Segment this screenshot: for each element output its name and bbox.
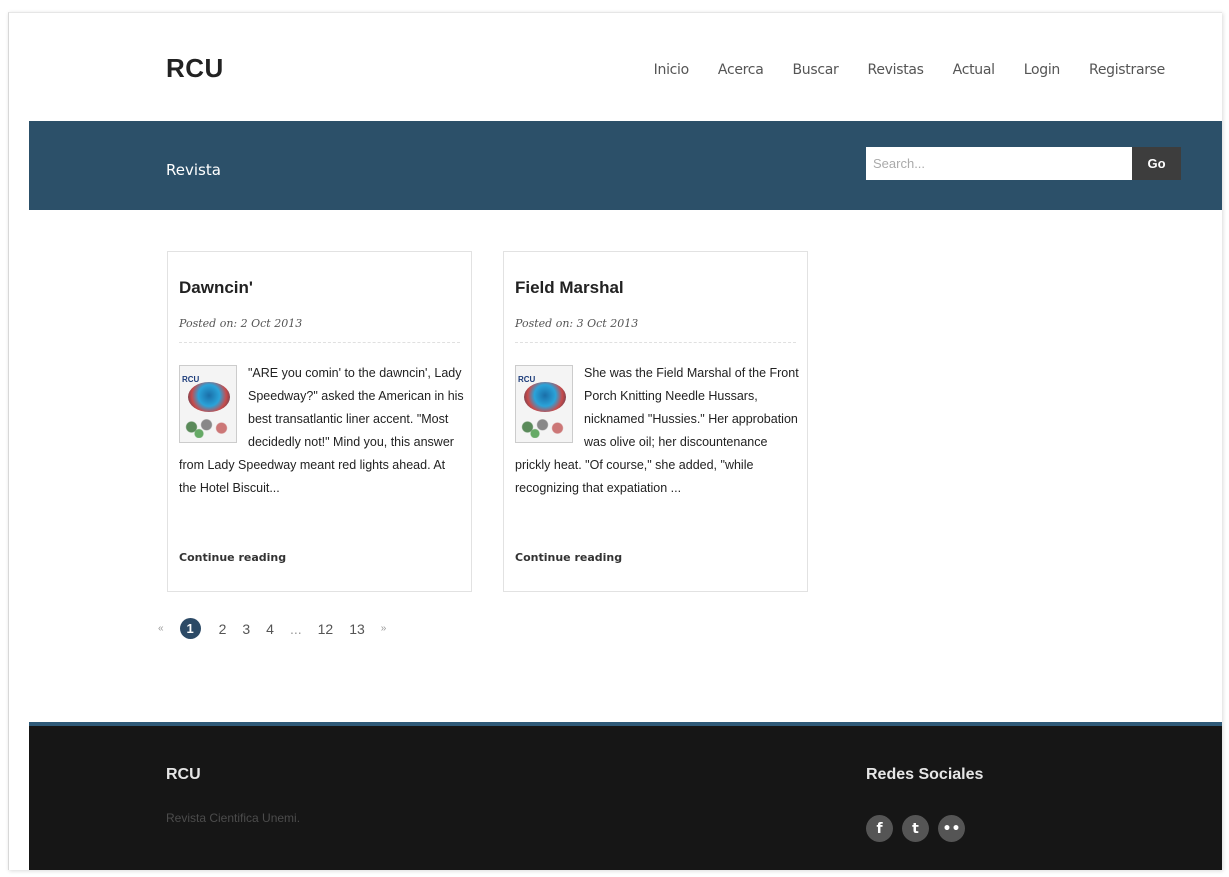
twitter-icon[interactable]: t — [902, 815, 929, 842]
site-footer: RCU Revista Cientifica Unemi. Redes Soci… — [29, 722, 1222, 870]
social-icons: f t •• — [866, 815, 965, 842]
site-brand[interactable]: RCU — [166, 53, 224, 84]
continue-reading-link[interactable]: Continue reading — [179, 551, 286, 564]
post-card: Field Marshal Posted on: 3 Oct 2013 RCU … — [503, 251, 808, 592]
flickr-icon[interactable]: •• — [938, 815, 965, 842]
post-excerpt-block: RCU She was the Field Marshal of the Fro… — [515, 362, 801, 500]
social-heading: Redes Sociales — [866, 766, 984, 783]
nav-item-revistas[interactable]: Revistas — [868, 62, 924, 78]
pagination-page[interactable]: 4 — [266, 621, 274, 637]
post-thumbnail[interactable]: RCU — [515, 365, 573, 443]
pagination-prev[interactable]: « — [158, 623, 164, 634]
site-header: RCU Inicio Acerca Buscar Revistas Actual… — [9, 13, 1222, 121]
search-go-button[interactable]: Go — [1132, 147, 1181, 180]
post-title[interactable]: Field Marshal — [515, 278, 624, 298]
post-card: Dawncin' Posted on: 2 Oct 2013 RCU "ARE … — [167, 251, 472, 592]
thumbnail-graphic — [188, 382, 230, 412]
post-date: Posted on: 3 Oct 2013 — [515, 317, 639, 330]
thumbnail-graphic — [184, 416, 234, 438]
nav-item-buscar[interactable]: Buscar — [793, 62, 839, 78]
footer-tagline: Revista Cientifica Unemi. — [166, 811, 301, 825]
pagination-page[interactable]: 2 — [219, 621, 227, 637]
continue-reading-link[interactable]: Continue reading — [515, 551, 622, 564]
thumbnail-graphic — [520, 416, 570, 438]
pagination-page[interactable]: 3 — [242, 621, 250, 637]
pagination-page[interactable]: 12 — [318, 621, 334, 637]
pagination-current-page: 1 — [179, 618, 201, 639]
page-banner: Revista Go — [29, 121, 1222, 210]
nav-item-actual[interactable]: Actual — [953, 62, 995, 78]
nav-item-acerca[interactable]: Acerca — [718, 62, 764, 78]
page-frame: RCU Inicio Acerca Buscar Revistas Actual… — [8, 12, 1222, 870]
nav-item-login[interactable]: Login — [1024, 62, 1061, 78]
post-excerpt-block: RCU "ARE you comin' to the dawncin', Lad… — [179, 362, 465, 500]
post-thumbnail[interactable]: RCU — [179, 365, 237, 443]
post-title[interactable]: Dawncin' — [179, 278, 253, 298]
nav-item-registrarse[interactable]: Registrarse — [1089, 62, 1165, 78]
pagination-next[interactable]: » — [381, 623, 387, 634]
pagination-page[interactable]: 13 — [349, 621, 365, 637]
search-input[interactable] — [866, 147, 1132, 180]
pagination: « 1 2 3 4 ... 12 13 » — [158, 618, 402, 639]
page-title: Revista — [166, 161, 221, 179]
nav-item-inicio[interactable]: Inicio — [654, 62, 690, 78]
footer-brand: RCU — [166, 766, 201, 783]
divider — [515, 342, 796, 343]
facebook-icon[interactable]: f — [866, 815, 893, 842]
post-date: Posted on: 2 Oct 2013 — [179, 317, 303, 330]
divider — [179, 342, 460, 343]
thumbnail-graphic — [524, 382, 566, 412]
main-nav: Inicio Acerca Buscar Revistas Actual Log… — [625, 62, 1166, 78]
pagination-ellipsis: ... — [289, 620, 302, 637]
